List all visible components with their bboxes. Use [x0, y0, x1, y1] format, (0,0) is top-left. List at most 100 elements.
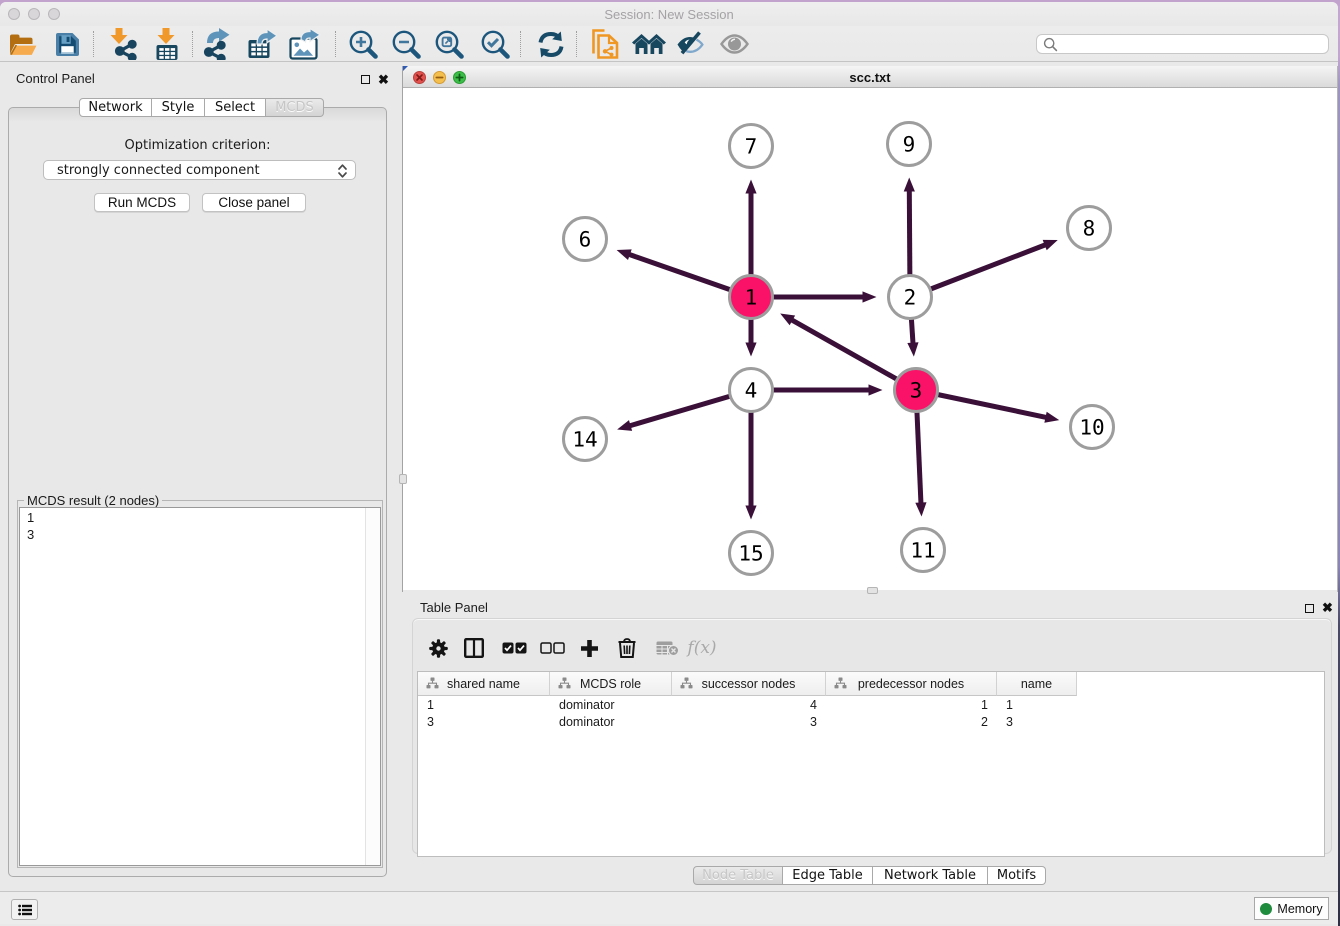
- arrowhead-4-14: [617, 420, 632, 431]
- cell-shared-name[interactable]: 1: [418, 696, 550, 713]
- cell-successor-nodes[interactable]: 4: [672, 696, 826, 713]
- close-table-panel-icon[interactable]: ✖: [1322, 600, 1333, 616]
- cell-MCDS-role[interactable]: dominator: [550, 696, 672, 713]
- hierarchy-icon: [834, 677, 847, 692]
- svg-text:1: 1: [745, 286, 758, 310]
- cell-MCDS-role[interactable]: dominator: [550, 713, 672, 730]
- network-canvas[interactable]: 7 9 6 8 1 2 4 3 14 10 15 11: [403, 88, 1337, 590]
- result-scrollbar[interactable]: [365, 508, 380, 865]
- run-mcds-button[interactable]: Run MCDS: [94, 193, 190, 212]
- zoom-selected-button[interactable]: [478, 26, 512, 62]
- node-2[interactable]: 2: [889, 276, 932, 319]
- left-splitter-handle[interactable]: [399, 474, 407, 484]
- arrowhead-1-2: [863, 291, 877, 302]
- delete-row-button[interactable]: [614, 631, 640, 665]
- open-session-button[interactable]: [6, 26, 40, 62]
- bottom-splitter-handle[interactable]: [867, 587, 878, 594]
- node-15[interactable]: 15: [730, 532, 773, 575]
- export-image-icon: [289, 28, 321, 60]
- column-header-MCDS-role[interactable]: MCDS role: [550, 672, 672, 696]
- function-builder-button[interactable]: f(x): [685, 631, 719, 665]
- import-table-button[interactable]: [148, 26, 184, 62]
- refresh-button[interactable]: [534, 26, 568, 62]
- zoom-out-button[interactable]: [389, 26, 423, 62]
- delete-table-button[interactable]: [653, 631, 681, 665]
- cell-name[interactable]: 1: [997, 696, 1077, 713]
- application-window: Session: New Session: [0, 2, 1338, 926]
- column-header-shared-name[interactable]: shared name: [418, 672, 550, 696]
- export-image-button[interactable]: [287, 26, 323, 62]
- column-header-successor-nodes[interactable]: successor nodes: [672, 672, 826, 696]
- first-neighbors-button[interactable]: [631, 26, 667, 62]
- zoom-in-button[interactable]: [346, 26, 380, 62]
- hide-selected-button[interactable]: [673, 26, 707, 62]
- cell-predecessor-nodes[interactable]: 2: [826, 713, 997, 730]
- tab-edge-table[interactable]: Edge Table: [783, 866, 873, 885]
- close-panel-button[interactable]: Close panel: [202, 193, 306, 212]
- export-table-icon: [247, 28, 277, 60]
- tab-style[interactable]: Style: [152, 98, 205, 117]
- table-panel-tabs: Node TableEdge TableNetwork TableMotifs: [693, 866, 1046, 885]
- tab-node-table[interactable]: Node Table: [693, 866, 783, 885]
- column-header-predecessor-nodes[interactable]: predecessor nodes: [826, 672, 997, 696]
- node-1[interactable]: 1: [730, 276, 773, 319]
- deselect-all-button[interactable]: [538, 631, 566, 665]
- search-input[interactable]: [1058, 36, 1328, 53]
- cell-shared-name[interactable]: 3: [418, 713, 550, 730]
- add-row-button[interactable]: [576, 631, 602, 665]
- table-panel-body: f(x) shared nameMCDS rolesuccessor nodes…: [412, 618, 1332, 854]
- column-header-name[interactable]: name: [997, 672, 1077, 696]
- show-console-button[interactable]: [11, 899, 38, 920]
- node-3[interactable]: 3: [895, 369, 938, 412]
- node-4[interactable]: 4: [730, 369, 773, 412]
- cell-name[interactable]: 3: [997, 713, 1077, 730]
- import-network-button[interactable]: [105, 26, 141, 62]
- memory-button[interactable]: Memory: [1254, 897, 1329, 920]
- arrowhead-4-15: [745, 506, 756, 520]
- table-row-2[interactable]: 3dominator323: [418, 713, 1324, 730]
- duplicate-network-icon: [592, 29, 619, 59]
- float-table-panel-icon[interactable]: [1305, 604, 1314, 613]
- node-9[interactable]: 9: [888, 123, 931, 166]
- node-10[interactable]: 10: [1071, 406, 1114, 449]
- node-14[interactable]: 14: [564, 418, 607, 461]
- svg-text:7: 7: [745, 135, 758, 159]
- duplicate-network-button[interactable]: [588, 26, 622, 62]
- float-panel-icon[interactable]: [361, 75, 370, 84]
- node-11[interactable]: 11: [902, 529, 945, 572]
- node-6[interactable]: 6: [564, 218, 607, 261]
- split-view-button[interactable]: [462, 631, 486, 665]
- tab-mcds[interactable]: MCDS: [266, 98, 324, 117]
- search-box[interactable]: [1036, 34, 1329, 54]
- save-session-button[interactable]: [50, 26, 84, 62]
- svg-text:9: 9: [903, 133, 916, 157]
- network-frame-titlebar[interactable]: scc.txt: [403, 66, 1337, 88]
- column-settings-button[interactable]: [426, 631, 450, 665]
- unchecked-boxes-icon: [540, 642, 565, 654]
- cell-predecessor-nodes[interactable]: 1: [826, 696, 997, 713]
- export-table-button[interactable]: [244, 26, 280, 62]
- tab-network[interactable]: Network: [79, 98, 152, 117]
- criterion-dropdown[interactable]: strongly connected component: [43, 160, 356, 180]
- toolbar-separator: [520, 31, 521, 57]
- tab-network-table[interactable]: Network Table: [873, 866, 988, 885]
- close-panel-icon[interactable]: ✖: [378, 72, 389, 88]
- window-titlebar[interactable]: Session: New Session: [0, 2, 1338, 28]
- node-7[interactable]: 7: [730, 125, 773, 168]
- memory-status-dot: [1260, 903, 1272, 915]
- table-row-1[interactable]: 1dominator411: [418, 696, 1324, 713]
- tab-select[interactable]: Select: [205, 98, 266, 117]
- fit-content-icon: [435, 30, 464, 59]
- cell-successor-nodes[interactable]: 3: [672, 713, 826, 730]
- frame-focus-corner: [403, 66, 408, 71]
- table-panel: Table Panel ✖: [402, 592, 1338, 891]
- export-network-button[interactable]: [201, 26, 237, 62]
- tab-motifs[interactable]: Motifs: [988, 866, 1046, 885]
- export-network-icon: [203, 28, 235, 60]
- show-all-button[interactable]: [717, 26, 751, 62]
- node-8[interactable]: 8: [1068, 207, 1111, 250]
- mcds-result-textarea[interactable]: 1 3: [19, 507, 381, 866]
- select-all-button[interactable]: [500, 631, 528, 665]
- eye-icon: [720, 34, 749, 54]
- fit-content-button[interactable]: [432, 26, 466, 62]
